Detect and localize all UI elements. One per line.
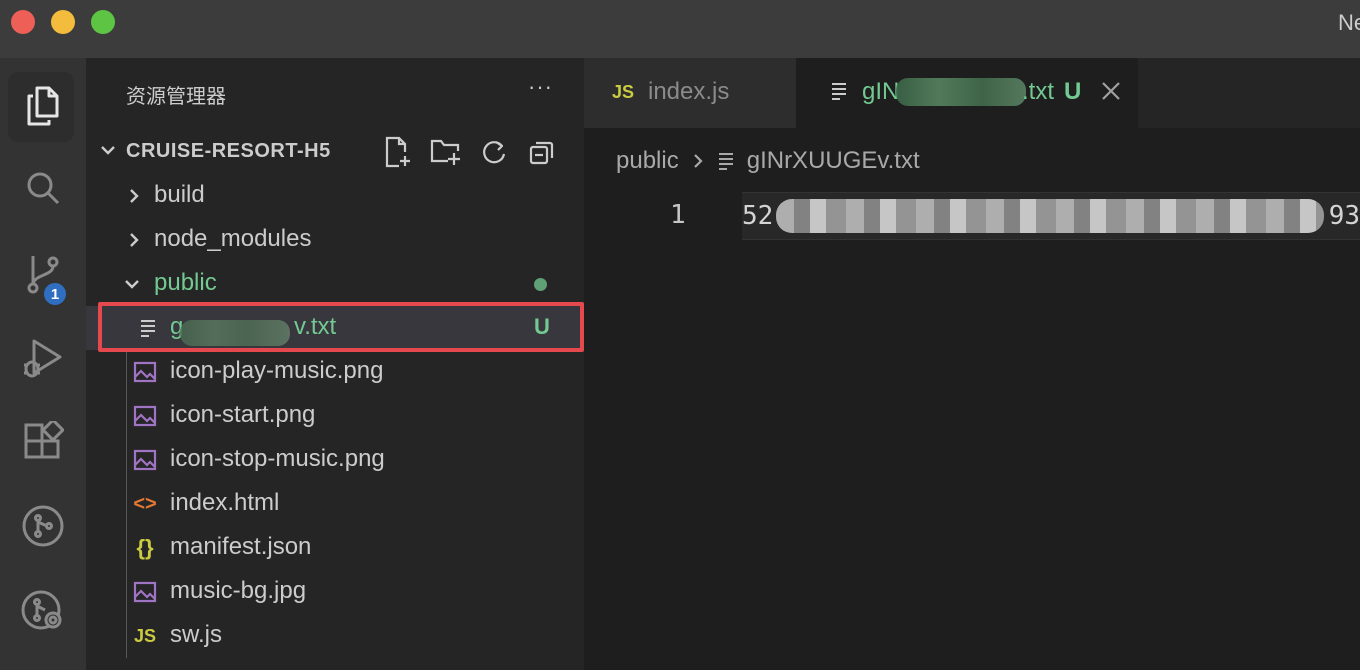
- modified-dot: [534, 278, 547, 291]
- refresh-button[interactable]: [478, 136, 510, 168]
- code-line[interactable]: 52 93: [742, 192, 1360, 240]
- file-icon-stop-music[interactable]: icon-stop-music.png: [86, 438, 584, 482]
- tab-label-end: .txt: [1022, 78, 1055, 105]
- git-graph-icon: [22, 505, 64, 547]
- project-actions: [382, 136, 558, 168]
- file-label: music-bg.jpg: [170, 577, 307, 604]
- collapse-all-button[interactable]: [526, 136, 558, 168]
- run-debug-icon: [24, 339, 62, 378]
- file-manifest-json[interactable]: {} manifest.json: [86, 526, 584, 570]
- file-icon-start[interactable]: icon-start.png: [86, 394, 584, 438]
- tab-txt-file[interactable]: gIN .txt U: [796, 58, 1138, 128]
- chevron-down-icon: [101, 146, 115, 155]
- untracked-status: U: [1064, 78, 1082, 105]
- image-icon: [132, 580, 158, 604]
- more-actions-button[interactable]: ···: [528, 74, 553, 100]
- text-file-icon: [717, 152, 737, 170]
- folder-label: node_modules: [154, 225, 312, 252]
- chevron-right-icon: [130, 189, 139, 203]
- extensions-activity[interactable]: [0, 402, 86, 482]
- file-label: index.html: [170, 489, 280, 516]
- tab-label-start: gIN: [862, 78, 900, 105]
- explorer-sidebar: 资源管理器 ··· CRUISE-RESORT-H5 build node_mo…: [86, 58, 584, 670]
- json-icon: {}: [136, 535, 154, 560]
- file-sw-js[interactable]: JS sw.js: [86, 614, 584, 658]
- run-debug-activity[interactable]: [0, 318, 86, 398]
- chevron-down-icon: [125, 280, 139, 289]
- folder-label: build: [154, 181, 205, 208]
- image-icon: [132, 360, 158, 384]
- text-file-icon: [832, 83, 846, 100]
- project-name: CRUISE-RESORT-H5: [126, 140, 331, 162]
- collapse-all-icon: [529, 141, 554, 165]
- file-label: icon-start.png: [170, 401, 316, 428]
- tab-index-js[interactable]: JS index.js: [584, 58, 796, 128]
- refresh-icon: [483, 141, 506, 164]
- extensions-icon: [24, 421, 64, 459]
- new-folder-icon: [430, 139, 460, 165]
- folder-build[interactable]: build: [86, 174, 584, 218]
- source-control-badge: 1: [42, 281, 68, 307]
- file-index-html[interactable]: <> index.html: [86, 482, 584, 526]
- close-icon[interactable]: [1100, 80, 1122, 102]
- chevron-right-icon: [130, 233, 139, 247]
- tab-label: index.js: [648, 78, 730, 105]
- file-label: manifest.json: [170, 533, 312, 560]
- activity-bar: 1: [0, 58, 86, 670]
- folder-label: public: [154, 269, 217, 296]
- file-music-bg[interactable]: music-bg.jpg: [86, 570, 584, 614]
- breadcrumb-file[interactable]: gINrXUUGEv.txt: [747, 147, 920, 175]
- code-text-end: 93: [1328, 201, 1360, 231]
- image-icon: [132, 404, 158, 428]
- html-icon: <>: [133, 492, 157, 515]
- folder-public[interactable]: public: [86, 262, 584, 306]
- new-file-icon: [385, 136, 410, 168]
- folder-node-modules[interactable]: node_modules: [86, 218, 584, 262]
- file-label: icon-play-music.png: [170, 357, 384, 384]
- explorer-title: 资源管理器: [126, 84, 226, 108]
- explorer-activity[interactable]: [0, 66, 86, 146]
- line-number: 1: [670, 200, 686, 230]
- source-control-activity[interactable]: [0, 234, 86, 314]
- redacted-pixelation: [776, 199, 1324, 233]
- file-icon-play-music[interactable]: icon-play-music.png: [86, 350, 584, 394]
- remote-activity[interactable]: [0, 570, 86, 650]
- remote-git-icon: [21, 590, 62, 630]
- js-icon: JS: [133, 625, 157, 646]
- new-folder-button[interactable]: [430, 136, 462, 168]
- search-activity[interactable]: [0, 148, 86, 228]
- search-icon: [27, 172, 60, 205]
- files-icon: [27, 86, 59, 126]
- image-icon: [132, 448, 158, 472]
- file-label: icon-stop-music.png: [170, 445, 385, 472]
- highlight-box: [98, 302, 584, 352]
- maximize-window-button[interactable]: [91, 10, 115, 34]
- chevron-right-icon: [693, 154, 703, 168]
- window-title: Ne: [1338, 10, 1360, 35]
- minimize-window-button[interactable]: [51, 10, 75, 34]
- editor-tabs: JS index.js gIN .txt U: [584, 58, 1360, 128]
- title-bar: Ne: [0, 0, 1360, 58]
- code-text-start: 52: [742, 201, 774, 231]
- js-icon: JS: [612, 82, 635, 102]
- close-window-button[interactable]: [11, 10, 35, 34]
- breadcrumb: public gINrXUUGEv.txt: [616, 146, 920, 176]
- file-label: sw.js: [170, 621, 223, 648]
- git-graph-activity[interactable]: [0, 486, 86, 566]
- redacted-blur: [896, 78, 1026, 106]
- breadcrumb-folder[interactable]: public: [616, 147, 679, 175]
- new-file-button[interactable]: [382, 136, 414, 168]
- project-header[interactable]: CRUISE-RESORT-H5: [86, 130, 584, 172]
